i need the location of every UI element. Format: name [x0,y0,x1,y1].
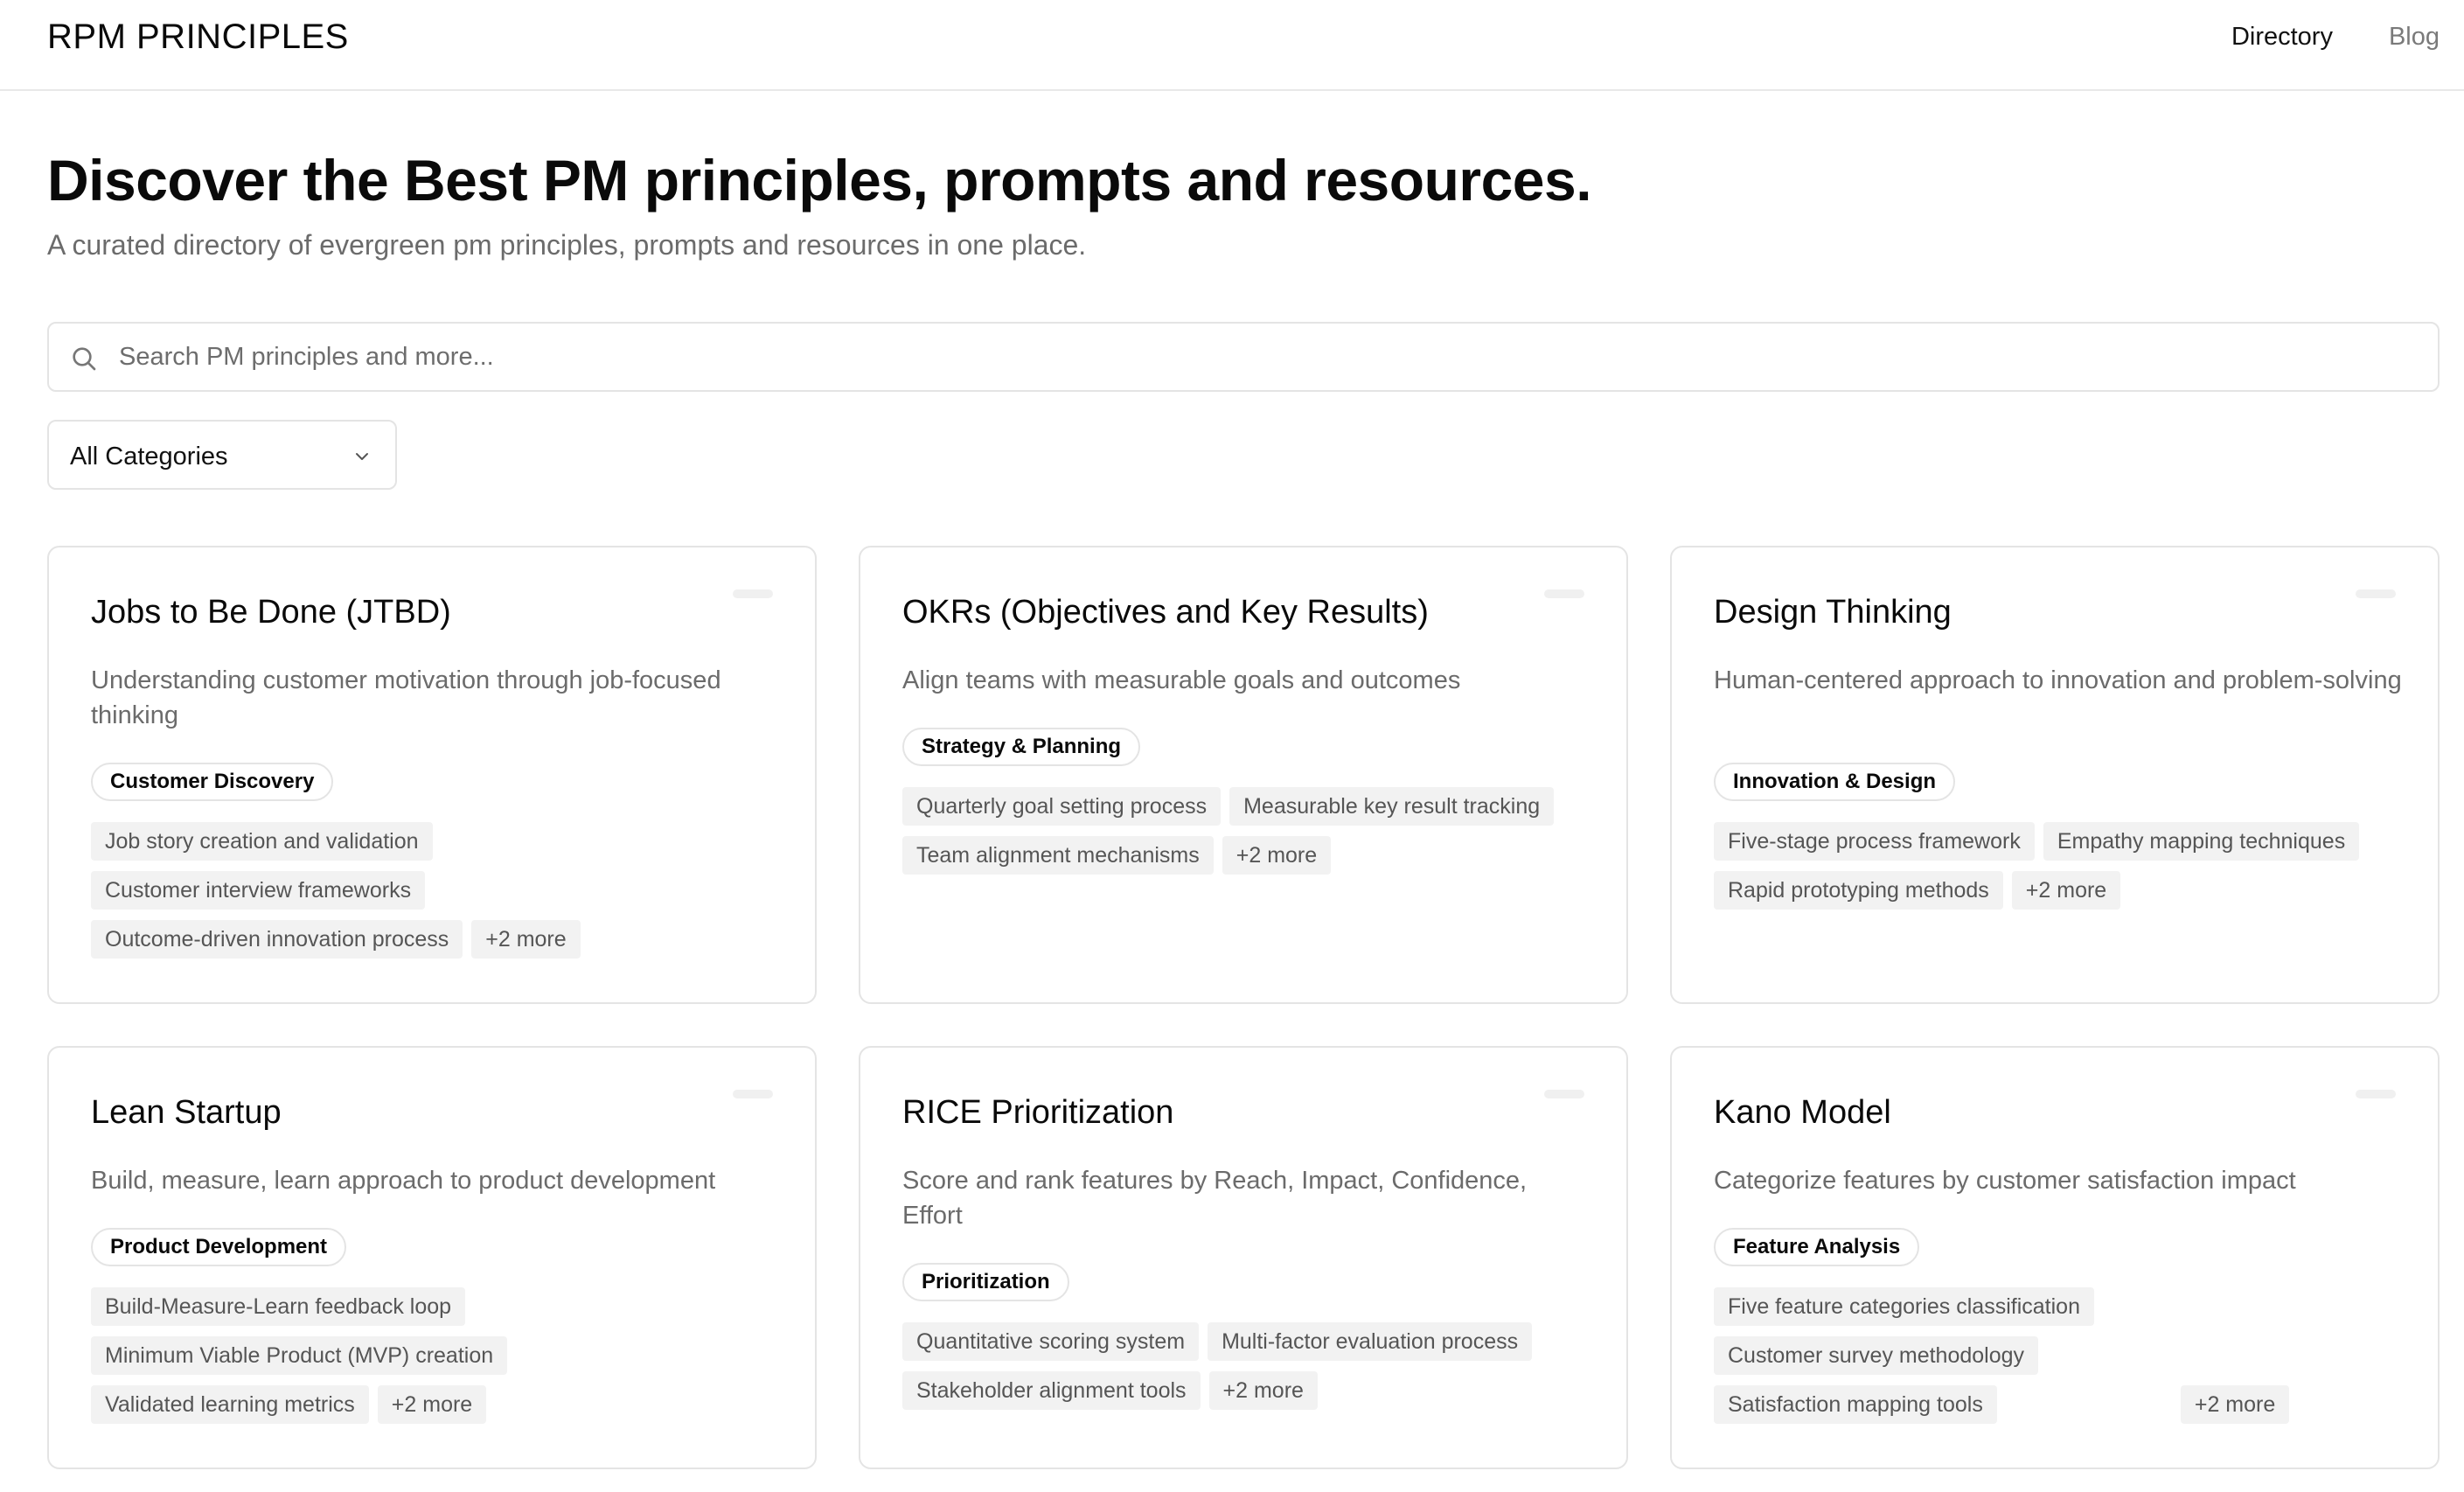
feature-tag: Five-stage process framework [1714,822,2035,861]
card-description: Build, measure, learn approach to produc… [91,1167,716,1195]
category-badge[interactable]: Product Development [91,1228,347,1266]
category-badge[interactable]: Prioritization [902,1263,1069,1301]
feature-tags: Quantitative scoring system Multi-factor… [902,1322,1602,1410]
principle-card[interactable]: Design Thinking Human-centered approach … [1670,546,2440,1004]
feature-tag: Customer interview frameworks [91,871,426,910]
feature-tags: Build-Measure-Learn feedback loop Minimu… [91,1287,790,1424]
feature-tag: Quantitative scoring system [902,1322,1200,1361]
search-input[interactable] [119,332,2410,381]
feature-tag: Outcome-driven innovation process [91,920,463,959]
category-select[interactable]: All Categories [47,420,397,490]
feature-tag: Team alignment mechanisms [902,836,1214,875]
page-title: Discover the Best PM principles, prompts… [47,148,1592,213]
more-tag[interactable]: +2 more [1222,836,1332,875]
feature-tag: Satisfaction mapping tools [1714,1385,1997,1424]
card-description: Human-centered approach to innovation an… [1714,666,2402,694]
feature-tag: Multi-factor evaluation process [1208,1322,1533,1361]
card-title: Kano Model [1714,1094,1891,1131]
card-title: Lean Startup [91,1094,282,1131]
feature-tag: Job story creation and validation [91,822,433,861]
principle-card[interactable]: RICE Prioritization Score and rank featu… [859,1046,1628,1469]
card-title: OKRs (Objectives and Key Results) [902,594,1429,631]
feature-tag: Rapid prototyping methods [1714,871,2003,910]
more-tag[interactable]: +2 more [2011,871,2121,910]
card-description: Align teams with measurable goals and ou… [902,666,1461,694]
brand-logo[interactable]: RPM PRINCIPLES [47,16,349,58]
card-badge-placeholder [2356,589,2396,598]
search-bar [47,322,2440,392]
chevron-down-icon [356,453,368,460]
feature-tags: Five-stage process framework Empathy map… [1714,822,2413,910]
category-select-value: All Categories [70,443,228,471]
principle-card[interactable]: Jobs to Be Done (JTBD) Understanding cus… [47,546,817,1004]
card-description: Categorize features by customer satisfac… [1714,1167,2296,1195]
feature-tags: Five feature categories classification C… [1714,1287,2413,1424]
card-badge-placeholder [2356,1090,2396,1098]
feature-tag: Quarterly goal setting process [902,787,1222,826]
card-title: RICE Prioritization [902,1094,1174,1131]
category-badge[interactable]: Feature Analysis [1714,1228,1920,1266]
top-navbar: RPM PRINCIPLES Directory Blog [0,0,2464,91]
nav-blog-link[interactable]: Blog [2389,19,2440,54]
card-badge-placeholder [1544,589,1584,598]
feature-tag: Customer survey methodology [1714,1336,2039,1375]
more-tag[interactable]: +2 more [1208,1371,1318,1410]
feature-tag: Build-Measure-Learn feedback loop [91,1287,466,1326]
main-nav: Directory Blog [2231,19,2440,54]
feature-tag: Minimum Viable Product (MVP) creation [91,1336,508,1375]
feature-tag: Validated learning metrics [91,1385,369,1424]
feature-tags: Quarterly goal setting process Measurabl… [902,787,1602,875]
category-badge[interactable]: Customer Discovery [91,763,334,801]
principle-card[interactable]: Kano Model Categorize features by custom… [1670,1046,2440,1469]
feature-tag: Five feature categories classification [1714,1287,2094,1326]
search-icon [73,347,96,371]
card-title: Jobs to Be Done (JTBD) [91,594,451,631]
principle-card[interactable]: OKRs (Objectives and Key Results) Align … [859,546,1628,1004]
page-subtitle: A curated directory of evergreen pm prin… [47,229,1087,261]
card-description: Understanding customer motivation throug… [91,666,721,729]
card-badge-placeholder [1544,1090,1584,1098]
card-badge-placeholder [733,1090,773,1098]
nav-directory-link[interactable]: Directory [2231,19,2333,54]
feature-tag: Stakeholder alignment tools [902,1371,1201,1410]
more-tag[interactable]: +2 more [377,1385,487,1424]
principle-card[interactable]: Lean Startup Build, measure, learn appro… [47,1046,817,1469]
card-title: Design Thinking [1714,594,1952,631]
card-badge-placeholder [733,589,773,598]
feature-tag: Measurable key result tracking [1229,787,1555,826]
feature-tags: Job story creation and validation Custom… [91,822,790,959]
more-tag[interactable]: +2 more [2180,1385,2290,1424]
feature-tag: Empathy mapping techniques [2043,822,2360,861]
category-badge[interactable]: Innovation & Design [1714,763,1956,801]
more-tag[interactable]: +2 more [471,920,581,959]
category-badge[interactable]: Strategy & Planning [902,728,1141,766]
card-description: Score and rank features by Reach, Impact… [902,1167,1528,1230]
